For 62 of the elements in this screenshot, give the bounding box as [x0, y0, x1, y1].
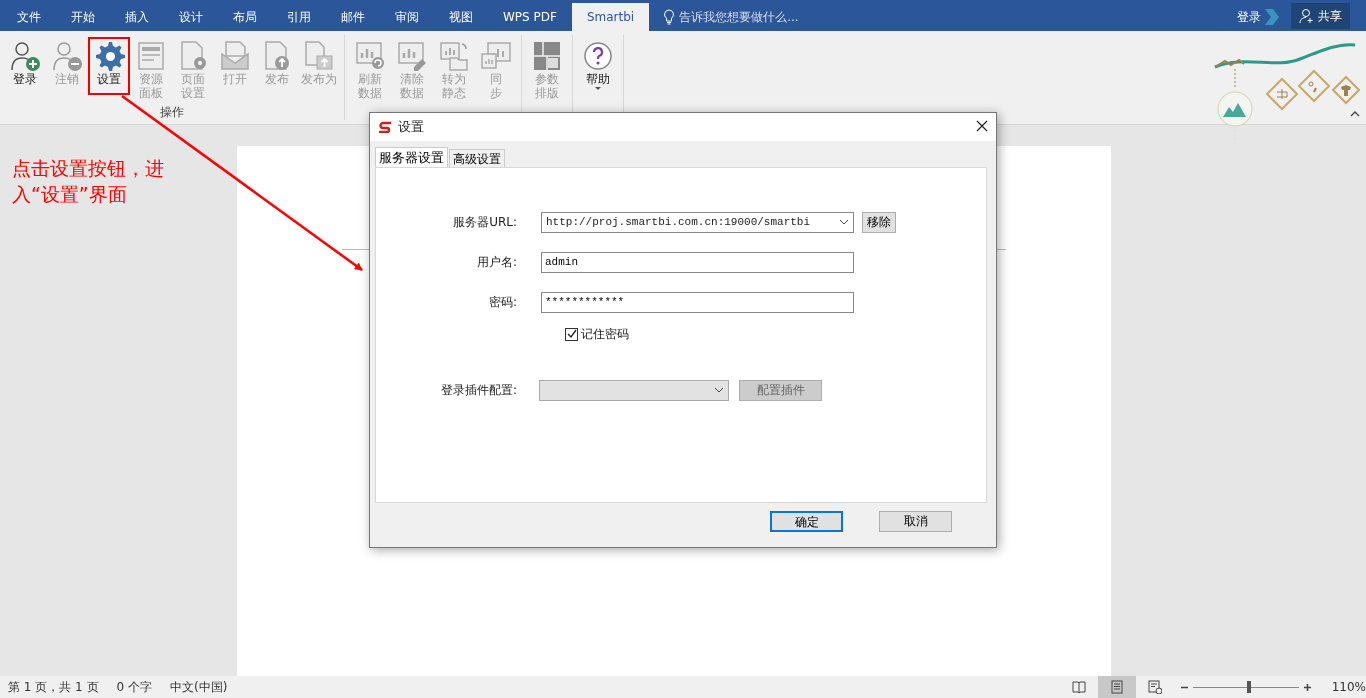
user-add-icon: [9, 40, 41, 72]
ribbon-tab[interactable]: 视图: [434, 3, 488, 31]
dialog-button[interactable]: 取消: [879, 511, 952, 532]
upload-copy-icon: [303, 40, 335, 72]
panel-icon: [135, 40, 167, 72]
chevron-down-icon: [714, 387, 724, 393]
ribbon-tab[interactable]: 邮件: [326, 3, 380, 31]
group-label: 操作: [159, 104, 185, 120]
settings-icon: [93, 40, 125, 72]
ribbon-tab[interactable]: WPS PDF: [488, 3, 572, 31]
lightbulb-icon: [663, 9, 676, 25]
input-field[interactable]: ************: [541, 291, 854, 313]
dropdown-field[interactable]: http://proj.smartbi.com.cn:19000/smartbi: [541, 211, 854, 233]
ribbon-button[interactable]: 设置: [88, 37, 130, 95]
chart-sync-icon: [480, 40, 512, 72]
dialog-title: 设置: [398, 118, 424, 136]
login-link[interactable]: 登录: [1237, 3, 1261, 31]
zoom-in-icon[interactable]: [1303, 682, 1312, 692]
web-page-icon: [1148, 680, 1162, 694]
chart-refresh-icon: [354, 40, 386, 72]
ribbon-tab[interactable]: Smartbi: [571, 3, 650, 31]
chart-eraser-icon: [396, 40, 428, 72]
app-logo-icon: [378, 121, 392, 133]
ribbon-tab[interactable]: 文件: [2, 3, 56, 31]
status-text: 第 1 页，共 1 页: [8, 678, 99, 696]
chevron-down-icon: [839, 219, 849, 225]
slider-thumb[interactable]: [1247, 681, 1252, 693]
checkbox-label[interactable]: 记住密码: [581, 325, 629, 343]
book-icon: [1072, 680, 1086, 694]
dialog-tab[interactable]: 服务器设置: [375, 147, 448, 167]
ribbon-tab[interactable]: 引用: [272, 3, 326, 31]
ribbon-button[interactable]: 帮助: [577, 37, 619, 95]
field-label: 服务器URL:: [452, 213, 518, 231]
collapse-ribbon-icon[interactable]: [1350, 110, 1360, 117]
close-icon: [976, 119, 988, 132]
page-icon: [1110, 680, 1124, 694]
share-button[interactable]: 共享: [1291, 3, 1350, 29]
tell-me-field[interactable]: 告诉我您想要做什么...: [679, 10, 820, 24]
dialog-tab[interactable]: 高级设置: [449, 149, 505, 167]
layout-icon: [531, 40, 563, 72]
person-icon: [1299, 8, 1315, 24]
zoom-level-text[interactable]: 110%: [1322, 680, 1366, 694]
field-label: 密码:: [487, 293, 518, 311]
status-text: 0 个字: [116, 678, 152, 696]
checkbox[interactable]: [565, 327, 578, 341]
envelope-icon: [219, 40, 251, 72]
field-label: 用户名:: [475, 253, 518, 271]
input-field[interactable]: admin: [541, 251, 854, 273]
ribbon-tab[interactable]: 开始: [56, 3, 110, 31]
ribbon-button[interactable]: 登录: [4, 37, 46, 95]
help-icon: [582, 40, 614, 72]
status-text: 中文(中国): [170, 678, 228, 696]
ribbon-tab[interactable]: 审阅: [380, 3, 434, 31]
annotation-text: 点击设置按钮，进入“设置”界面: [12, 156, 165, 207]
chart-folder-icon: [438, 40, 470, 72]
ribbon-tab[interactable]: 布局: [218, 3, 272, 31]
user-remove-icon: [51, 40, 83, 72]
ribbon-tab[interactable]: 插入: [110, 3, 164, 31]
field-label: 登录插件配置:: [439, 381, 518, 399]
dialog-button[interactable]: 确定: [770, 511, 843, 532]
ribbon-tab[interactable]: 设计: [164, 3, 218, 31]
field-button[interactable]: 移除: [862, 211, 896, 233]
